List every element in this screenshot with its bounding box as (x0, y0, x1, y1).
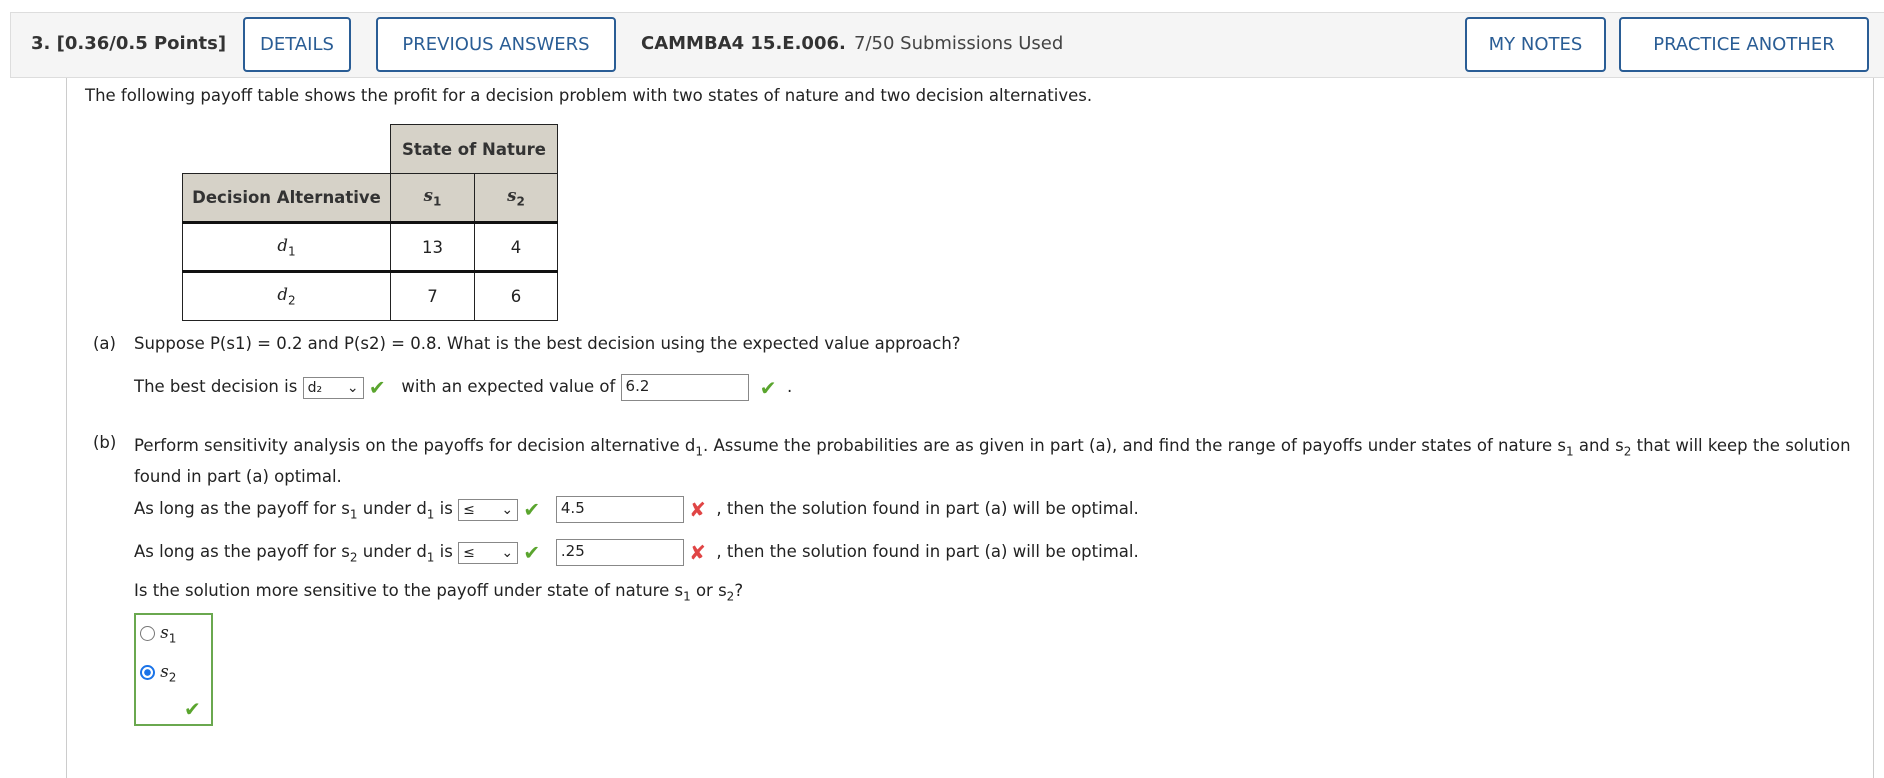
my-notes-button[interactable]: MY NOTES (1465, 17, 1606, 72)
table-row: d1 13 4 (182, 221, 558, 272)
chevron-down-icon: ⌄ (501, 501, 514, 518)
s1-payoff-input[interactable]: 4.5 (555, 496, 684, 523)
s1-header: s (423, 186, 433, 206)
intro-text: The following payoff table shows the pro… (85, 86, 1093, 105)
details-button[interactable]: DETAILS (243, 17, 351, 72)
x-icon: ✘ (689, 497, 706, 522)
payoff-s2-line: As long as the payoff for s2 under d1 is… (134, 539, 1139, 566)
part-b-question: Perform sensitivity analysis on the payo… (134, 436, 1851, 487)
s1-operator-select[interactable]: ≤ ⌄ (458, 498, 519, 521)
question-points: 3. [0.36/0.5 Points] (31, 33, 227, 54)
state-of-nature-header: State of Nature (390, 124, 558, 174)
table-row: d2 7 6 (182, 270, 558, 321)
radio-option-s2[interactable]: s2 (140, 662, 176, 684)
radio-button[interactable] (140, 626, 155, 641)
part-b-label: (b) (93, 433, 117, 452)
question-code: CAMMBA4 15.E.006. (641, 33, 846, 54)
question-header: 3. [0.36/0.5 Points] DETAILS PREVIOUS AN… (10, 12, 1884, 78)
sensitivity-question: Is the solution more sensitive to the pa… (134, 581, 744, 604)
content-border (1873, 78, 1874, 778)
decision-alternative-header: Decision Alternative (182, 173, 391, 223)
part-a-label: (a) (93, 334, 116, 353)
practice-another-button[interactable]: PRACTICE ANOTHER (1619, 17, 1869, 72)
expected-value-input[interactable]: 6.2 (620, 374, 749, 401)
radio-option-s1[interactable]: s1 (140, 623, 176, 645)
part-a-question: Suppose P(s1) = 0.2 and P(s2) = 0.8. Wha… (134, 334, 961, 353)
payoff-table: State of Nature Decision Alternative s1 … (182, 124, 558, 321)
submissions-used: 7/50 Submissions Used (854, 33, 1064, 54)
payoff-s1-line: As long as the payoff for s1 under d1 is… (134, 496, 1139, 523)
content-border (66, 78, 67, 778)
check-icon: ✔ (184, 697, 201, 721)
best-decision-select[interactable]: d₂ ⌄ (302, 376, 364, 399)
sensitivity-radio-group: s1 s2 ✔ (134, 613, 213, 726)
x-icon: ✘ (689, 540, 706, 565)
chevron-down-icon: ⌄ (501, 544, 514, 561)
check-icon: ✔ (523, 540, 541, 565)
check-icon: ✔ (368, 375, 386, 400)
radio-button-selected[interactable] (140, 665, 155, 680)
check-icon: ✔ (759, 375, 777, 400)
check-icon: ✔ (523, 497, 541, 522)
part-a-answer-line: The best decision is d₂ ⌄ ✔ with an expec… (134, 374, 793, 401)
s2-operator-select[interactable]: ≤ ⌄ (458, 541, 519, 564)
s2-payoff-input[interactable]: .25 (555, 539, 684, 566)
chevron-down-icon: ⌄ (346, 379, 359, 396)
previous-answers-button[interactable]: PREVIOUS ANSWERS (376, 17, 616, 72)
